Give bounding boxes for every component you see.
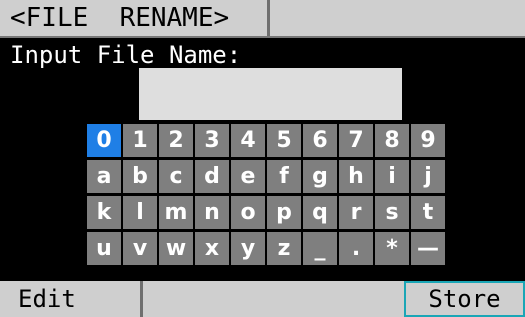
key[interactable]: f [267, 160, 301, 193]
key[interactable]: — [411, 232, 445, 265]
title-divider [267, 0, 270, 36]
key[interactable]: l [123, 196, 157, 229]
key[interactable]: c [159, 160, 193, 193]
key[interactable]: a [87, 160, 121, 193]
key[interactable]: 2 [159, 124, 193, 157]
key[interactable]: w [159, 232, 193, 265]
key[interactable]: 8 [375, 124, 409, 157]
edit-softkey[interactable]: Edit [0, 281, 140, 317]
softkey-divider [140, 281, 143, 317]
key[interactable]: m [159, 196, 193, 229]
key[interactable]: t [411, 196, 445, 229]
key[interactable]: u [87, 232, 121, 265]
key[interactable]: n [195, 196, 229, 229]
key[interactable]: 1 [123, 124, 157, 157]
key[interactable]: 6 [303, 124, 337, 157]
filename-prompt-label: Input File Name: [10, 41, 242, 69]
key[interactable]: j [411, 160, 445, 193]
character-keyboard: 0 1 2 3 4 5 6 7 8 9 a b c d e f g h i j … [87, 124, 450, 266]
key[interactable]: . [339, 232, 373, 265]
file-rename-screen: <FILE RENAME> Input File Name: 0 1 2 3 4… [0, 0, 525, 317]
key[interactable]: z [267, 232, 301, 265]
key[interactable]: p [267, 196, 301, 229]
key[interactable]: 4 [231, 124, 265, 157]
key[interactable]: 0 [87, 124, 121, 157]
key[interactable]: 7 [339, 124, 373, 157]
key[interactable]: o [231, 196, 265, 229]
key[interactable]: i [375, 160, 409, 193]
key[interactable]: b [123, 160, 157, 193]
title-bar: <FILE RENAME> [0, 0, 525, 38]
key[interactable]: k [87, 196, 121, 229]
key[interactable]: q [303, 196, 337, 229]
key[interactable]: _ [303, 232, 337, 265]
key[interactable]: h [339, 160, 373, 193]
key[interactable]: g [303, 160, 337, 193]
key[interactable]: * [375, 232, 409, 265]
key[interactable]: y [231, 232, 265, 265]
key[interactable]: r [339, 196, 373, 229]
key[interactable]: 9 [411, 124, 445, 157]
key[interactable]: 3 [195, 124, 229, 157]
key[interactable]: s [375, 196, 409, 229]
key[interactable]: 5 [267, 124, 301, 157]
page-title: <FILE RENAME> [10, 3, 230, 33]
softkey-bar: Edit Store [0, 281, 525, 317]
key[interactable]: v [123, 232, 157, 265]
filename-input[interactable] [139, 68, 402, 120]
key[interactable]: x [195, 232, 229, 265]
key[interactable]: e [231, 160, 265, 193]
key[interactable]: d [195, 160, 229, 193]
store-softkey[interactable]: Store [404, 281, 525, 317]
